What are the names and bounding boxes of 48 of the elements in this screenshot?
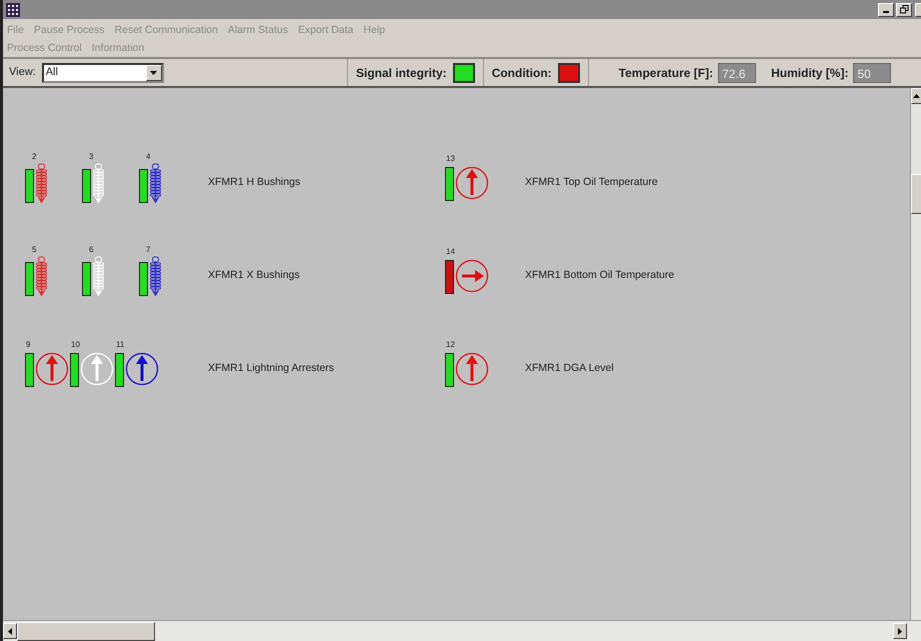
- minimize-icon: [882, 11, 888, 13]
- reading-value: 72.6: [718, 62, 756, 82]
- vertical-scrollbar[interactable]: [910, 88, 921, 620]
- restore-icon: [900, 5, 909, 14]
- app-icon: [6, 2, 20, 16]
- scroll-thumb[interactable]: [17, 622, 155, 640]
- device-number: 9: [26, 340, 30, 348]
- indicator-label: Condition:: [492, 64, 552, 82]
- horizontal-scrollbar[interactable]: [3, 620, 921, 641]
- reading-value: 50: [853, 62, 892, 82]
- device-number: 4: [146, 152, 150, 160]
- menu-item[interactable]: Export Data: [298, 21, 354, 39]
- menu-item[interactable]: Pause Process: [34, 21, 105, 39]
- scroll-left-icon[interactable]: [8, 628, 12, 634]
- menu-item[interactable]: Help: [363, 21, 386, 39]
- dropdown-caret-icon[interactable]: [150, 70, 158, 74]
- close-button[interactable]: [915, 2, 921, 16]
- group-label[interactable]: XFMR1 Lightning Arresters: [208, 360, 334, 376]
- group-label[interactable]: XFMR1 Top Oil Temperature: [525, 174, 658, 190]
- device-number: 11: [116, 340, 124, 348]
- menu-item[interactable]: Process Control: [7, 39, 82, 57]
- reading-label: Humidity [%]:: [771, 64, 848, 82]
- reading-label: Temperature [F]:: [618, 64, 714, 82]
- device-number: 5: [32, 244, 36, 254]
- group-label[interactable]: XFMR1 X Bushings: [208, 268, 300, 284]
- scroll-right-icon[interactable]: [898, 628, 902, 634]
- restore-button[interactable]: [896, 2, 912, 16]
- device-number: 12: [446, 340, 455, 348]
- device-number: 6: [89, 244, 94, 254]
- view-dropdown[interactable]: All: [42, 62, 164, 82]
- group-label[interactable]: XFMR1 DGA Level: [525, 360, 614, 376]
- group-label[interactable]: XFMR1 H Bushings: [208, 174, 300, 190]
- device-number: 10: [71, 340, 80, 348]
- indicator-label: Signal integrity:: [356, 64, 447, 82]
- view-label: View:: [9, 65, 36, 80]
- group-label[interactable]: XFMR1 Bottom Oil Temperature: [525, 268, 674, 284]
- minimize-button[interactable]: [878, 2, 894, 16]
- scroll-thumb[interactable]: [911, 174, 921, 214]
- menu-item[interactable]: Alarm Status: [228, 21, 288, 39]
- menu-item[interactable]: Information: [92, 39, 144, 57]
- device-number: 2: [32, 152, 36, 160]
- menu-item[interactable]: File: [7, 21, 24, 39]
- device-number: 7: [146, 244, 150, 254]
- scroll-up-icon[interactable]: [913, 94, 920, 98]
- device-number: 13: [446, 154, 455, 162]
- device-number: 3: [89, 152, 94, 160]
- menu-item[interactable]: Reset Communication: [114, 21, 218, 39]
- device-number: 14: [446, 246, 455, 256]
